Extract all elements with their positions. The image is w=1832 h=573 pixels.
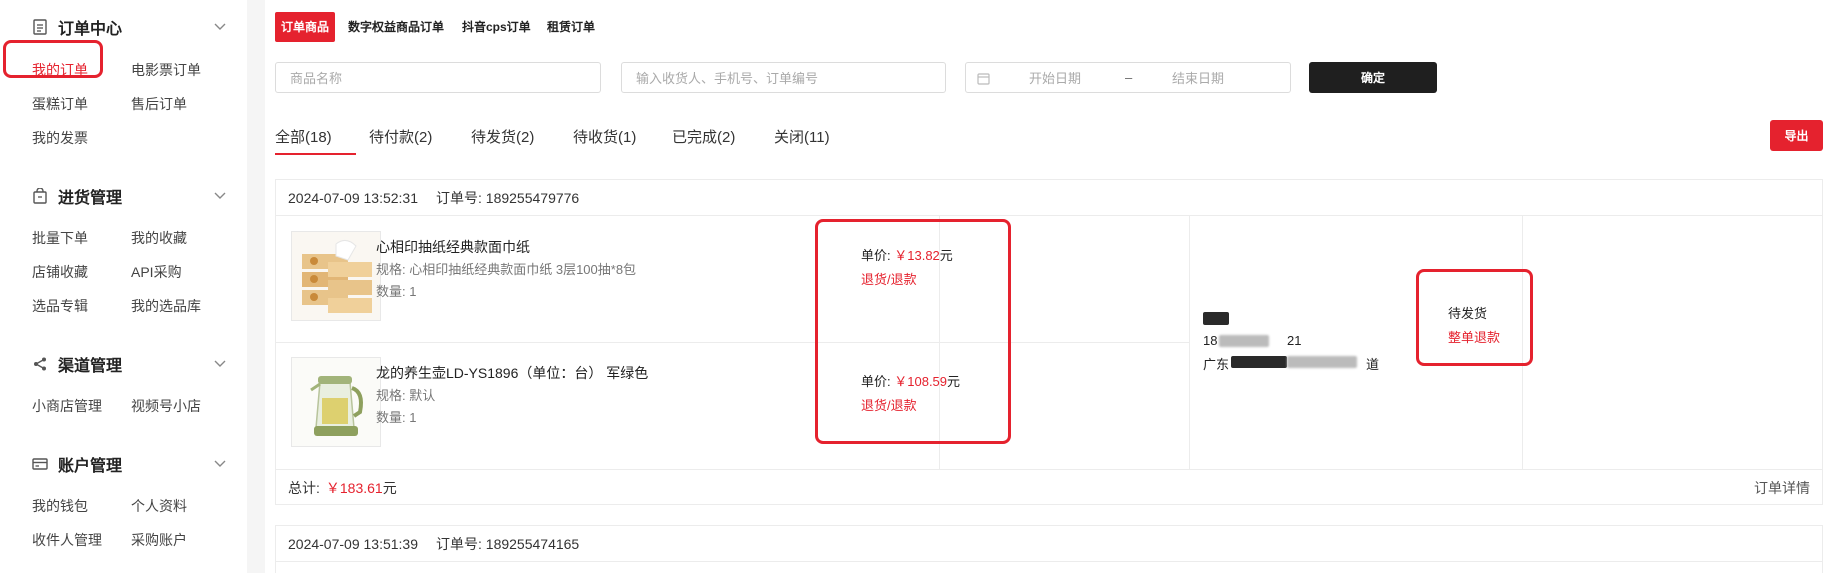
bag-icon: [32, 188, 48, 204]
section-header-order-center[interactable]: 订单中心: [32, 15, 228, 39]
card-icon: [32, 456, 48, 472]
confirm-button[interactable]: 确定: [1309, 62, 1437, 93]
sidebar-link-recipients[interactable]: 收件人管理: [32, 530, 102, 550]
total-label: 总计:: [288, 479, 320, 496]
sidebar-link-my-favorites[interactable]: 我的收藏: [131, 228, 187, 248]
export-button[interactable]: 导出: [1770, 120, 1823, 151]
tab-all[interactable]: 全部(18): [275, 126, 332, 147]
redacted-address-2: [1287, 356, 1357, 368]
order-number: 订单号: 189255474165: [436, 535, 580, 552]
sidebar-link-after-sales[interactable]: 售后订单: [131, 94, 187, 114]
tab-completed[interactable]: 已完成(2): [672, 126, 735, 147]
chevron-down-icon[interactable]: [212, 188, 228, 204]
section-title: 渠道管理: [58, 358, 123, 375]
total-value: ￥183.61: [325, 479, 383, 496]
address-start: 广东: [1203, 357, 1230, 372]
product-quantity: 数量: 1: [376, 284, 417, 299]
sidebar-link-purchase-account[interactable]: 采购账户: [131, 530, 187, 550]
sidebar-link-video-store[interactable]: 视频号小店: [131, 396, 201, 416]
product-spec: 规格: 默认: [376, 388, 436, 403]
highlight-box-status: [1416, 269, 1533, 366]
product-name-placeholder: 商品名称: [290, 71, 343, 86]
sidebar-link-selection-album[interactable]: 选品专辑: [32, 296, 88, 316]
order-header: 2024-07-09 13:51:39 订单号: 189255474165: [276, 526, 1822, 562]
product-name[interactable]: 心相印抽纸经典款面巾纸: [376, 237, 530, 257]
tab-pending-shipment[interactable]: 待发货(2): [471, 126, 534, 147]
highlight-box-prices: [815, 219, 1011, 444]
sidebar-link-selection-library[interactable]: 我的选品库: [131, 296, 201, 316]
tab-pending-payment[interactable]: 待付款(2): [369, 126, 432, 147]
sidebar-link-movie-orders[interactable]: 电影票订单: [131, 60, 201, 80]
date-separator: –: [1125, 70, 1133, 85]
sidebar-link-api-purchase[interactable]: API采购: [131, 262, 182, 282]
order-number: 订单号: 189255479776: [436, 189, 580, 206]
product-spec: 规格: 心相印抽纸经典款面巾纸 3层100抽*8包: [376, 262, 637, 277]
sidebar-link-profile[interactable]: 个人资料: [131, 496, 187, 516]
sidebar-link-bulk-order[interactable]: 批量下单: [32, 228, 88, 248]
tab-rental-orders[interactable]: 租赁订单: [541, 12, 601, 42]
sidebar: 订单中心 我的订单 电影票订单 蛋糕订单 售后订单 我的发票 进货管理 批量下单…: [0, 0, 247, 573]
section-title: 账户管理: [58, 458, 123, 475]
chevron-down-icon[interactable]: [212, 19, 228, 35]
section-title: 进货管理: [58, 190, 123, 207]
chevron-down-icon[interactable]: [212, 356, 228, 372]
sidebar-link-wallet[interactable]: 我的钱包: [32, 496, 88, 516]
tab-digital-rights-orders[interactable]: 数字权益商品订单: [342, 12, 450, 42]
main-panel: 订单商品 数字权益商品订单 抖音cps订单 租赁订单 商品名称 输入收货人、手机…: [265, 0, 1832, 573]
product-quantity: 数量: 1: [376, 410, 417, 425]
redacted-phone: [1219, 335, 1269, 347]
tab-closed[interactable]: 关闭(11): [774, 126, 830, 147]
sidebar-link-mini-store[interactable]: 小商店管理: [32, 396, 102, 416]
order-search-placeholder: 输入收货人、手机号、订单编号: [636, 71, 819, 86]
section-title: 订单中心: [58, 21, 123, 38]
sidebar-link-cake-orders[interactable]: 蛋糕订单: [32, 94, 88, 114]
share-icon: [32, 356, 48, 372]
product-name[interactable]: 龙的养生壶LD-YS1896（单位：台） 军绿色: [376, 363, 648, 383]
sidebar-link-my-invoices[interactable]: 我的发票: [32, 128, 88, 148]
tab-order-products[interactable]: 订单商品: [275, 12, 336, 42]
product-name-input[interactable]: 商品名称: [275, 62, 601, 93]
total-unit: 元: [382, 479, 397, 496]
product-thumbnail-kettle[interactable]: [291, 357, 381, 447]
order-header: 2024-07-09 13:52:31 订单号: 189255479776: [276, 180, 1822, 216]
product-thumbnail-tissue[interactable]: [291, 231, 381, 321]
start-date-placeholder[interactable]: 开始日期: [1029, 68, 1081, 87]
order-date: 2024-07-09 13:51:39: [288, 535, 418, 552]
order-detail-link[interactable]: 订单详情: [1754, 478, 1810, 498]
redacted-address: [1231, 356, 1287, 368]
order-search-input[interactable]: 输入收货人、手机号、订单编号: [621, 62, 946, 93]
sidebar-link-my-orders[interactable]: 我的订单: [32, 60, 88, 80]
order-card: 2024-07-09 13:52:31 订单号: 189255479776 心相…: [275, 179, 1823, 505]
section-header-account[interactable]: 账户管理: [32, 452, 228, 476]
section-header-purchase[interactable]: 进货管理: [32, 184, 228, 208]
end-date-placeholder[interactable]: 结束日期: [1172, 68, 1224, 87]
active-tab-underline: [275, 153, 356, 155]
sidebar-link-store-favorites[interactable]: 店铺收藏: [32, 262, 88, 282]
section-header-channel[interactable]: 渠道管理: [32, 352, 228, 376]
document-icon: [32, 19, 48, 35]
order-footer: 总计: ￥183.61 元 订单详情: [276, 469, 1822, 505]
calendar-icon: [977, 72, 990, 88]
recipient-phone-end: 21: [1287, 333, 1302, 348]
redacted-name: [1203, 312, 1229, 325]
order-date: 2024-07-09 13:52:31: [288, 189, 418, 206]
tab-pending-receipt[interactable]: 待收货(1): [573, 126, 636, 147]
chevron-down-icon[interactable]: [212, 456, 228, 472]
tab-douyin-cps-orders[interactable]: 抖音cps订单: [456, 12, 537, 42]
address-end: 道: [1366, 357, 1380, 372]
order-card: 2024-07-09 13:51:39 订单号: 189255474165: [275, 525, 1823, 573]
date-range-picker[interactable]: 开始日期 – 结束日期: [965, 62, 1291, 93]
recipient-phone-start: 18: [1203, 333, 1218, 348]
